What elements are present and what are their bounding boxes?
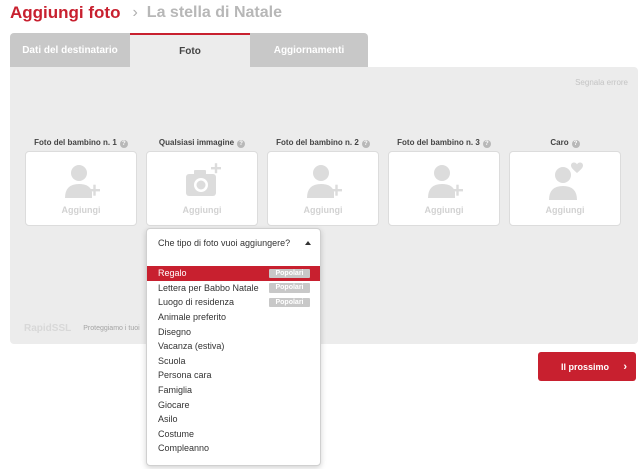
photo-type-options: Regalo Popolari Lettera per Babbo Natale P… bbox=[147, 266, 320, 456]
option-costume[interactable]: Costume bbox=[147, 427, 320, 442]
popular-badge: Popolari bbox=[269, 297, 310, 308]
option-animale-preferito[interactable]: Animale preferito bbox=[147, 310, 320, 325]
photo-type-select[interactable]: Che tipo di foto vuoi aggiungere? bbox=[147, 229, 320, 257]
next-button[interactable]: Il prossimo › bbox=[538, 352, 636, 381]
help-icon[interactable]: ? bbox=[119, 140, 128, 148]
photo-slot-child-1[interactable]: Aggiungi bbox=[25, 151, 137, 226]
help-icon[interactable]: ? bbox=[482, 140, 491, 148]
add-label: Aggiungi bbox=[303, 205, 343, 215]
option-scuola[interactable]: Scuola bbox=[147, 354, 320, 369]
security-footer: RapidSSL Proteggiamo i tuoi bbox=[24, 323, 140, 334]
option-lettera-babbo-natale[interactable]: Lettera per Babbo Natale Popolari bbox=[147, 281, 320, 296]
option-persona-cara[interactable]: Persona cara bbox=[147, 368, 320, 383]
photo-slot-child-2[interactable]: Aggiungi bbox=[267, 151, 379, 226]
next-button-label: Il prossimo bbox=[561, 361, 610, 372]
slot-label-child-2: Foto del bambino n. 2? bbox=[267, 138, 379, 148]
photo-slot-dear[interactable]: Aggiungi bbox=[509, 151, 621, 226]
breadcrumb-separator: › bbox=[132, 4, 138, 21]
photo-slot-child-3[interactable]: Aggiungi bbox=[388, 151, 500, 226]
chevron-right-icon: › bbox=[623, 360, 627, 373]
add-person-icon bbox=[428, 165, 463, 198]
heart-person-icon bbox=[549, 162, 583, 200]
option-vacanza-estiva[interactable]: Vacanza (estiva) bbox=[147, 339, 320, 354]
photo-slot-any-image[interactable]: Aggiungi bbox=[146, 151, 258, 226]
add-label: Aggiungi bbox=[424, 205, 464, 215]
option-giocare[interactable]: Giocare bbox=[147, 397, 320, 412]
add-camera-icon bbox=[186, 163, 221, 196]
option-regalo[interactable]: Regalo Popolari bbox=[147, 266, 320, 281]
option-luogo-di-residenza[interactable]: Luogo di residenza Popolari bbox=[147, 295, 320, 310]
caret-up-icon bbox=[305, 241, 311, 245]
tab-photo[interactable]: Foto bbox=[130, 33, 250, 67]
tab-updates[interactable]: Aggiornamenti bbox=[250, 33, 368, 67]
add-label: Aggiungi bbox=[61, 205, 101, 215]
help-icon[interactable]: ? bbox=[237, 140, 246, 148]
popular-badge: Popolari bbox=[269, 283, 310, 293]
popular-badge: Popolari bbox=[269, 268, 310, 278]
add-person-icon bbox=[307, 165, 342, 198]
help-icon[interactable]: ? bbox=[361, 140, 370, 148]
photo-panel: Segnala errore Foto del bambino n. 1? Ag… bbox=[10, 67, 638, 344]
tab-bar: Dati del destinatario Foto Aggiornamenti bbox=[10, 33, 368, 67]
slot-label-any-image: Qualsiasi immagine? bbox=[146, 138, 258, 148]
option-compleanno[interactable]: Compleanno bbox=[147, 441, 320, 456]
add-label: Aggiungi bbox=[545, 205, 585, 215]
slot-label-child-3: Foto del bambino n. 3? bbox=[388, 138, 500, 148]
dropdown-question: Che tipo di foto vuoi aggiungere? bbox=[158, 238, 291, 248]
photo-type-dropdown: Che tipo di foto vuoi aggiungere? Regalo… bbox=[146, 228, 321, 466]
option-disegno[interactable]: Disegno bbox=[147, 324, 320, 339]
option-famiglia[interactable]: Famiglia bbox=[147, 383, 320, 398]
security-text: Proteggiamo i tuoi bbox=[83, 325, 140, 332]
breadcrumb[interactable]: La stella di Natale bbox=[147, 4, 282, 22]
add-label: Aggiungi bbox=[182, 205, 222, 215]
page-title: Aggiungi foto bbox=[10, 3, 121, 22]
rapidssl-logo: RapidSSL bbox=[24, 323, 72, 334]
page-header: Aggiungi foto › La stella di Natale bbox=[10, 2, 282, 24]
help-icon[interactable]: ? bbox=[571, 140, 580, 148]
slot-label-child-1: Foto del bambino n. 1? bbox=[25, 138, 137, 148]
slot-label-dear: Caro? bbox=[509, 138, 621, 148]
report-error-link[interactable]: Segnala errore bbox=[575, 78, 628, 87]
option-asilo[interactable]: Asilo bbox=[147, 412, 320, 427]
tab-recipient-data[interactable]: Dati del destinatario bbox=[10, 33, 130, 67]
add-person-icon bbox=[65, 165, 100, 198]
